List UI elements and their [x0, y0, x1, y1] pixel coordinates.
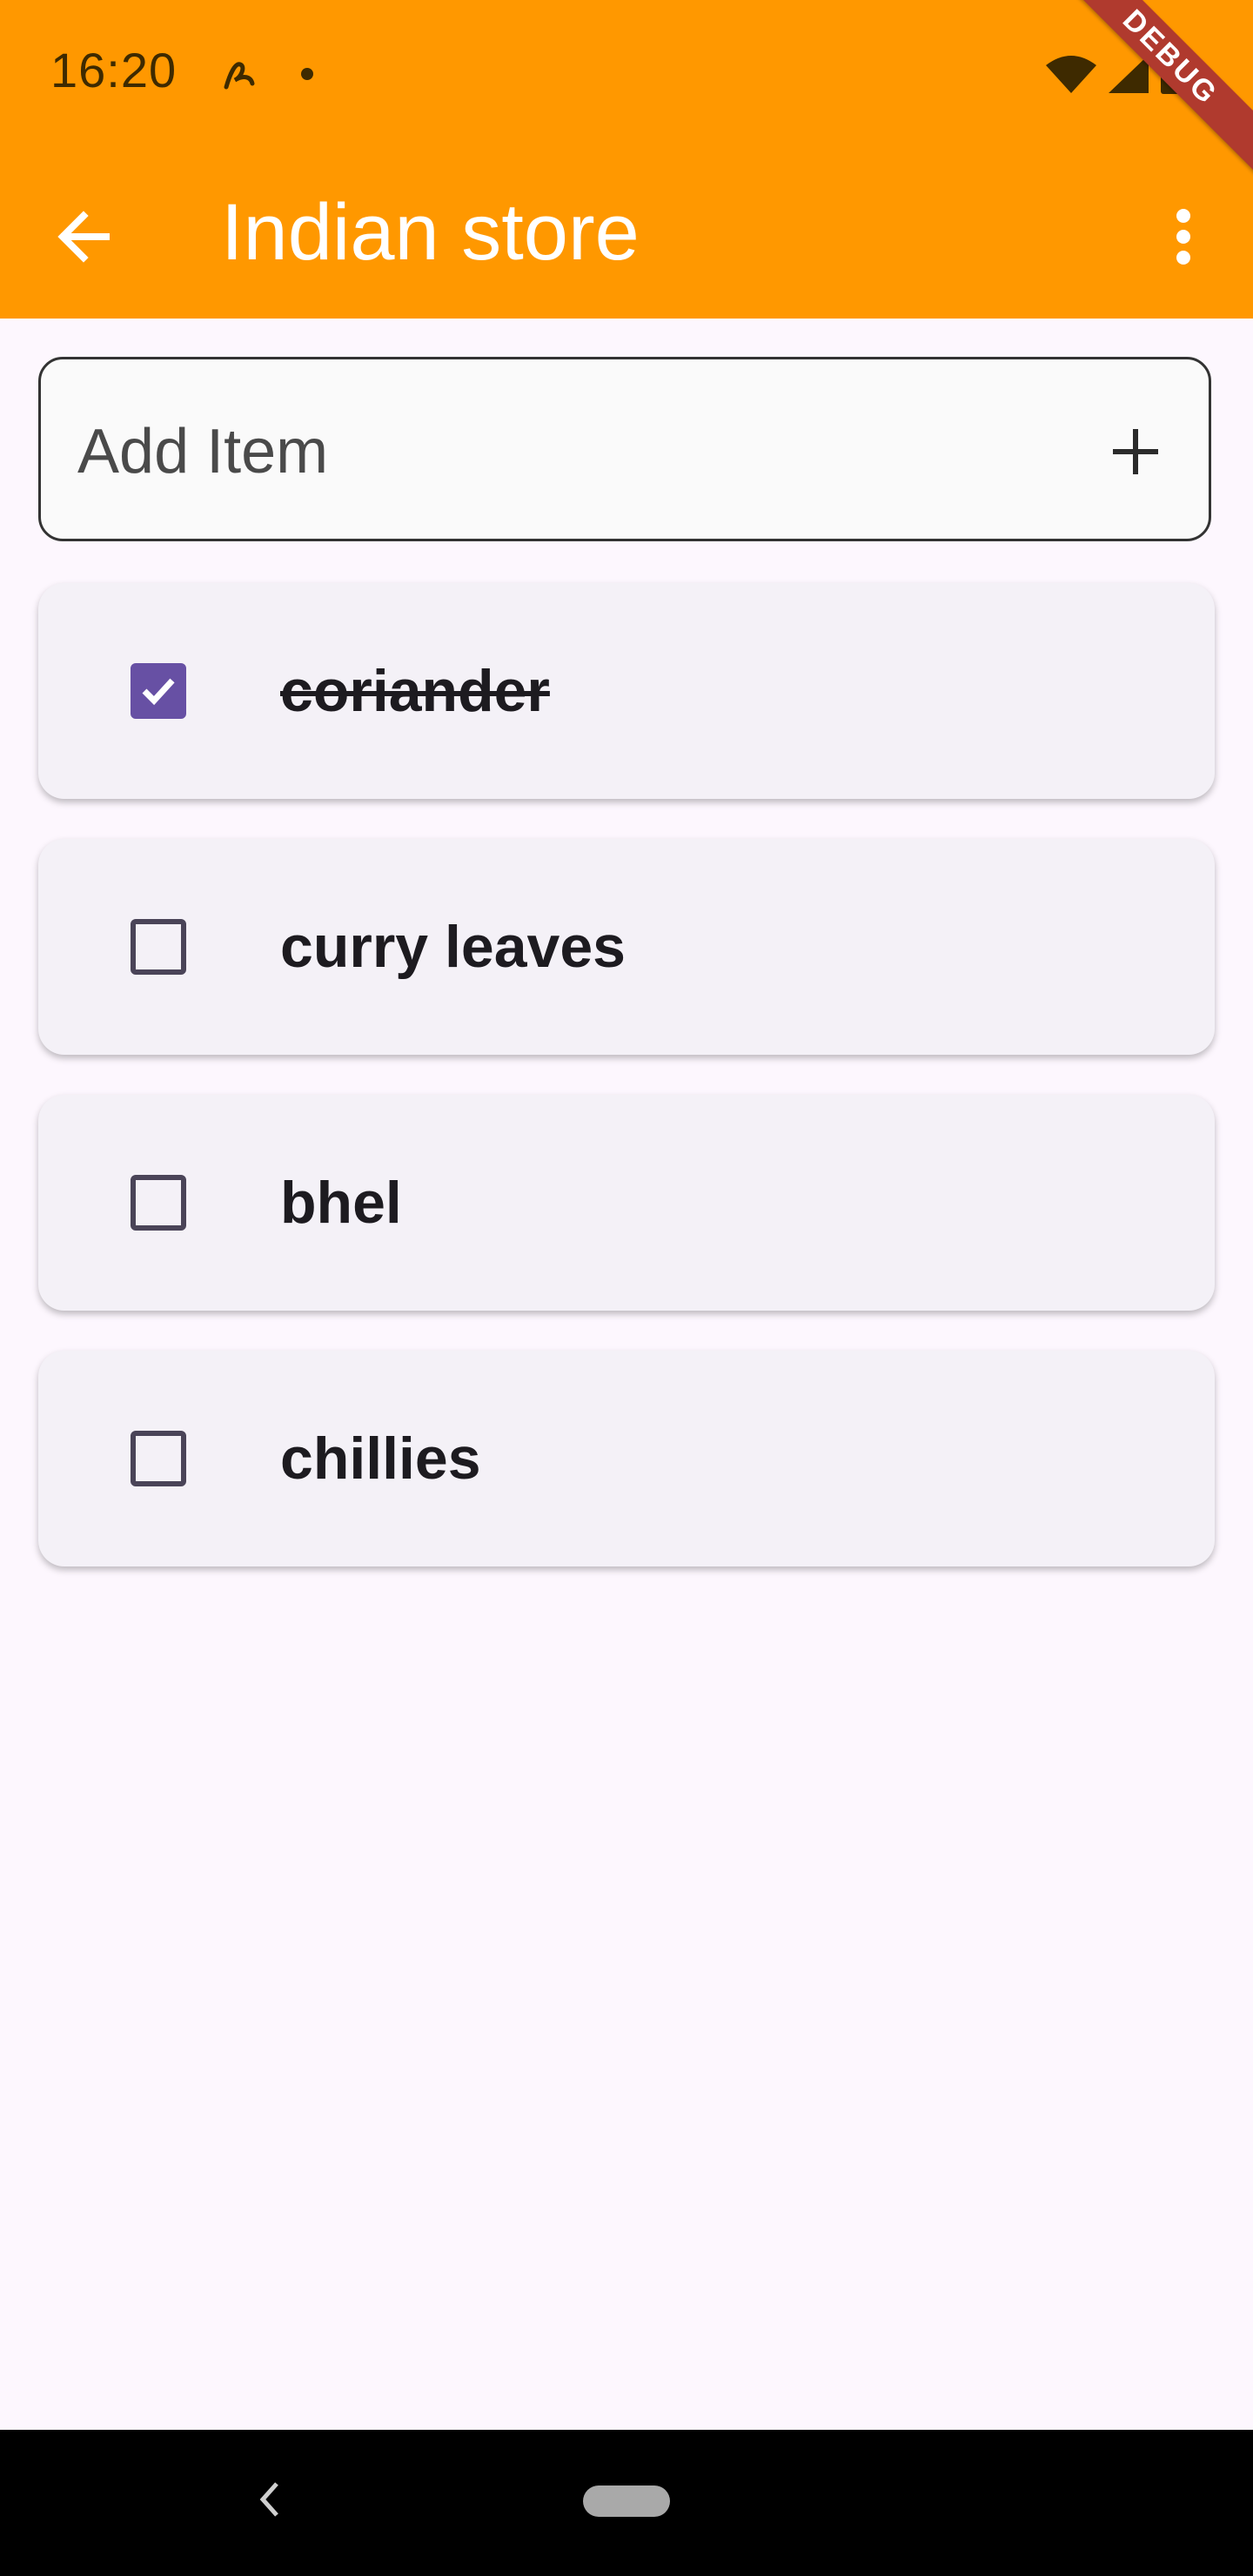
system-nav-bar	[0, 2430, 1253, 2576]
more-vert-icon	[1176, 209, 1190, 265]
wifi-icon	[1046, 55, 1096, 97]
nav-home-pill[interactable]	[583, 2485, 670, 2517]
list-item[interactable]: chillies	[38, 1351, 1215, 1566]
app-header: 16:20 DEBUG Indian store	[0, 0, 1253, 319]
more-options-button[interactable]	[1149, 197, 1218, 277]
item-label: coriander	[280, 658, 550, 724]
chevron-left-icon	[259, 2482, 278, 2517]
add-item-field[interactable]	[38, 357, 1211, 541]
back-button[interactable]	[45, 197, 125, 277]
arrow-left-icon	[57, 211, 110, 263]
plus-icon	[1113, 429, 1158, 474]
item-label: bhel	[280, 1170, 402, 1236]
check-icon	[142, 678, 175, 706]
nav-back-button[interactable]	[252, 2473, 287, 2530]
status-time: 16:20	[50, 43, 178, 97]
item-checkbox[interactable]	[131, 919, 186, 975]
signal-icon	[1109, 55, 1149, 97]
item-checkbox[interactable]	[131, 1431, 186, 1486]
assistant-icon	[221, 57, 259, 97]
list-item[interactable]: coriander	[38, 583, 1215, 799]
item-label: curry leaves	[280, 914, 626, 980]
item-checkbox[interactable]	[131, 663, 186, 719]
notification-dot	[301, 68, 313, 80]
item-label: chillies	[280, 1426, 481, 1492]
item-checkbox[interactable]	[131, 1175, 186, 1231]
page-title: Indian store	[221, 188, 640, 277]
list-item[interactable]: bhel	[38, 1095, 1215, 1311]
list-item[interactable]: curry leaves	[38, 839, 1215, 1055]
add-item-input[interactable]	[76, 403, 1036, 500]
add-item-button[interactable]	[1101, 417, 1170, 486]
